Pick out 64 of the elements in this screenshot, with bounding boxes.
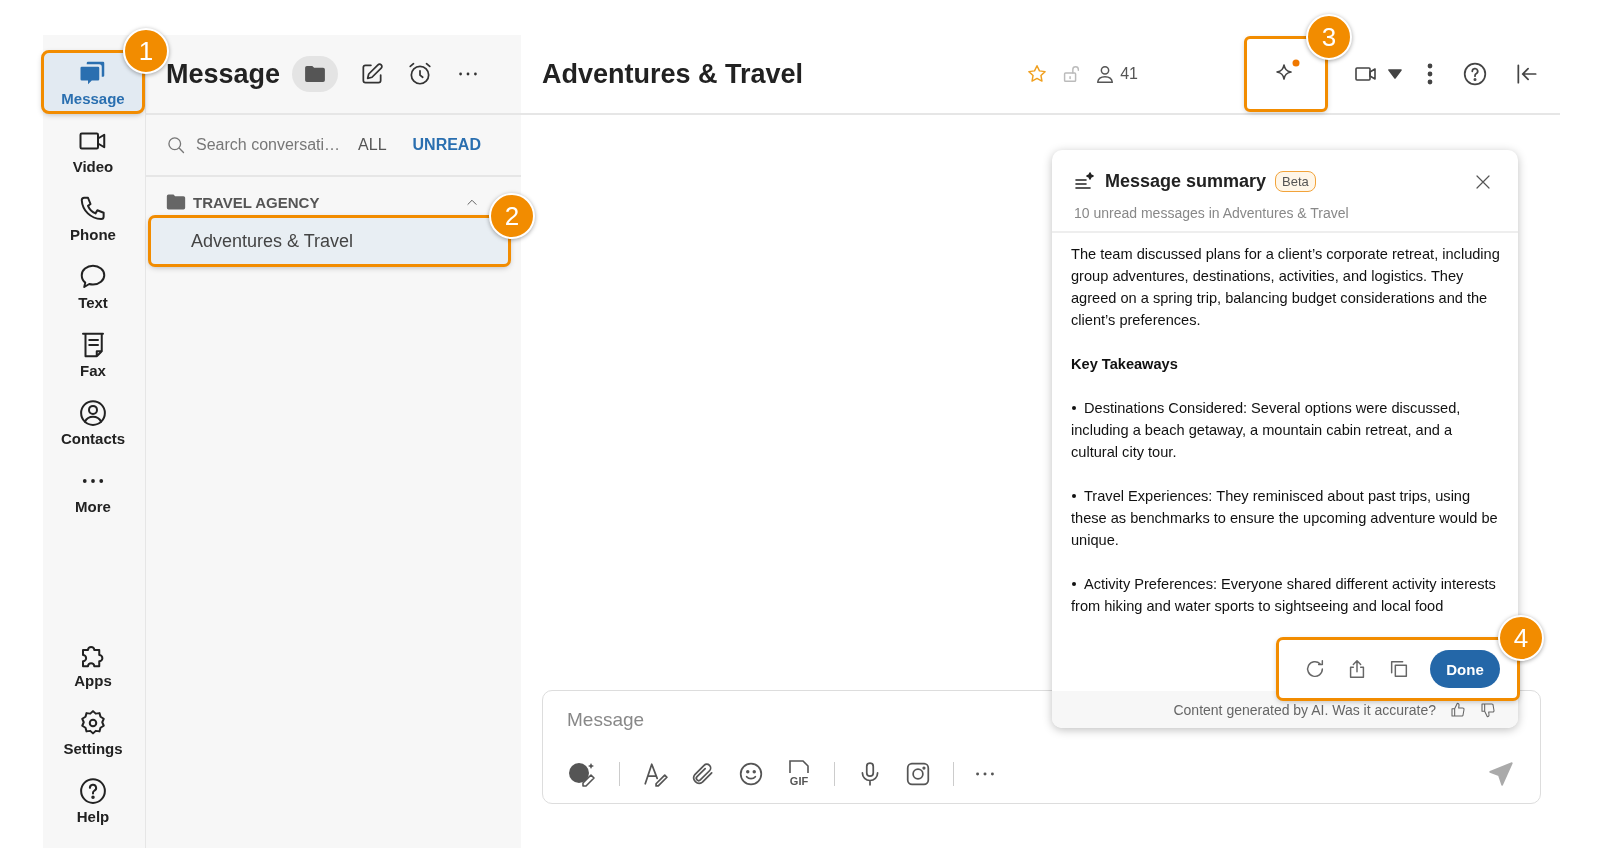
nav-item[interactable]: Text [43,256,143,316]
nav-item[interactable]: Contacts [43,392,143,452]
alarm-clock-icon [406,61,433,87]
callout-badge: 3 [1306,14,1352,60]
search-field[interactable]: Search conversati… [166,135,341,155]
help-icon [1462,61,1488,87]
copy-icon [1388,658,1410,680]
folder-header[interactable]: TRAVEL AGENCY [146,177,483,217]
ai-disclaimer: Content generated by AI. Was it accurate? [1173,701,1436,718]
smiley-icon [738,761,764,787]
done-button[interactable]: Done [1430,650,1500,688]
filter-tab[interactable]: UNREAD [404,136,489,154]
filter-tab[interactable]: ALL [350,136,395,154]
folder-icon [166,193,186,211]
text-format-icon [642,761,668,787]
summary-lines-icon [1074,171,1096,192]
summary-paragraph: The team discussed plans for a client’s corporate retreat, including group adventures, destinations, activities, and logistics. They agreed on a spring trip, balancing budget considerations and the client’s preferences. [1071,245,1501,330]
compose-icon [359,61,386,87]
summary-bullet: Activity Preferences: Everyone shared different activity interests from hiking and water sports to sightseeing and local food [1071,573,1502,617]
gif-button[interactable]: GIF [786,760,812,788]
more-button[interactable] [976,772,994,776]
help-icon [78,776,108,806]
thumbs-up-icon [1450,701,1466,718]
nav-item[interactable]: Settings [43,702,143,762]
channel-title: Adventures & Travel [542,58,804,90]
folder-toggle[interactable] [292,56,338,92]
beta-badge: Beta [1275,171,1316,192]
summary-bullet: Travel Experiences: They reminisced about past trips, using these as benchmarks to ensure the upcoming adventure would be unique. [1071,485,1502,551]
message-input[interactable]: Message [567,709,645,737]
format-button[interactable] [642,761,668,787]
more-dots-icon [82,479,104,483]
search-icon [166,135,186,155]
caret-down-icon [1388,69,1402,79]
members-button[interactable]: 41 [1094,57,1138,91]
nav-item[interactable]: Fax [43,324,143,384]
callout-badge: 1 [123,28,169,74]
summary-bullet: Destinations Considered: Several options were discussed, including a beach getaway, a mountain cabin retreat, and a cultural city tour. [1071,397,1502,463]
file-icon [786,760,812,774]
more-dots-icon [458,72,477,76]
nav-item[interactable]: Phone [43,188,143,248]
nav-item[interactable]: Apps [43,634,143,694]
emoji-button[interactable] [738,761,764,787]
copy-button[interactable] [1388,658,1410,680]
panel-title: Message [166,58,281,90]
nav-item[interactable]: More [43,460,143,520]
callout-badge: 4 [1498,615,1544,661]
regenerate-button[interactable] [1304,658,1326,680]
popup-title: Message summary [1105,171,1267,192]
camera-button[interactable] [905,761,931,787]
popup-subtitle: 10 unread messages in Adventures & Travel [1052,192,1518,233]
nav-item[interactable]: Help [43,770,143,830]
folder-icon [303,65,326,83]
more-dots-icon [976,772,994,776]
send-icon [1488,761,1514,787]
thumbs-down-button[interactable] [1480,701,1496,718]
refresh-icon [1304,658,1326,680]
thumbs-down-icon [1480,701,1496,718]
nav-item[interactable]: Video [43,120,143,180]
person-circle-icon [78,398,108,428]
kebab-menu-icon [1426,62,1434,86]
summary-heading: Key Takeaways [1071,355,1179,374]
camera-icon [905,761,931,787]
star-icon [1026,63,1049,85]
thumbs-up-button[interactable] [1450,701,1466,718]
